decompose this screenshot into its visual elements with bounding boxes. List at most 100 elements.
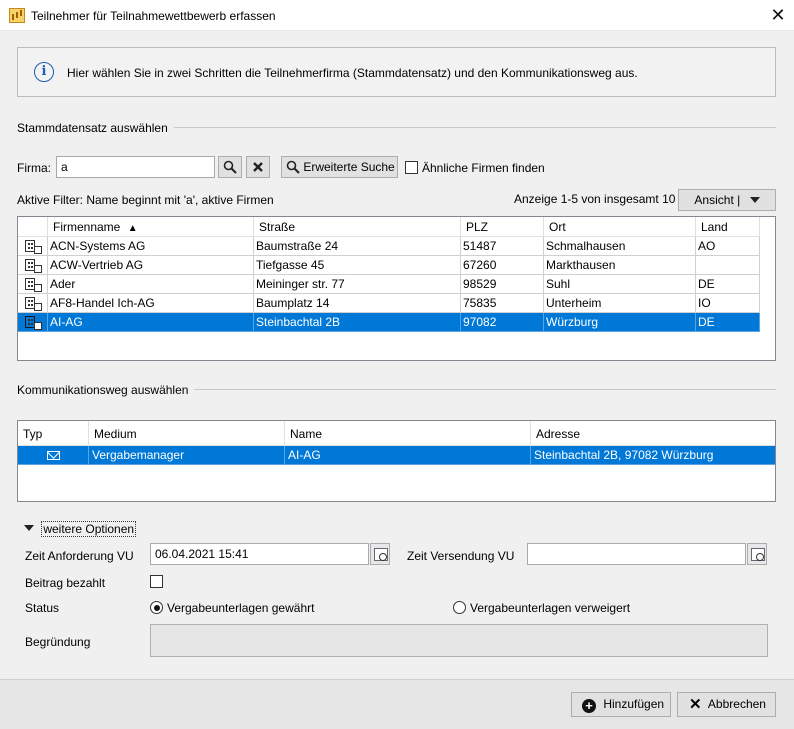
calendar-clock-icon[interactable] — [370, 543, 390, 565]
erweiterte-suche-label: Erweiterte Suche — [303, 160, 395, 174]
cell-ort: Schmalhausen — [544, 237, 696, 256]
company-icon — [25, 259, 42, 273]
aehnliche-label: Ähnliche Firmen finden — [422, 161, 545, 175]
beitrag-checkbox[interactable] — [150, 575, 163, 588]
row-icon-cell — [18, 275, 48, 294]
weitere-optionen-label: weitere Optionen — [41, 521, 137, 537]
status-label: Status — [25, 601, 60, 615]
hinzufuegen-label: Hinzufügen — [603, 697, 665, 711]
status-option-verweigert: Vergabeunterlagen verweigert — [470, 601, 631, 615]
cell-ort: Markthausen — [544, 256, 696, 275]
firma-input[interactable] — [56, 156, 215, 178]
begruendung-field[interactable] — [150, 624, 768, 657]
abbrechen-label: Abbrechen — [707, 697, 766, 711]
column-header-name[interactable]: Name — [285, 421, 531, 446]
company-icon — [25, 316, 42, 330]
firmen-table[interactable]: Firmenname ▲ Straße PLZ Ort Land ACN-Sys… — [17, 216, 776, 361]
ansicht-label: Ansicht | — [694, 193, 741, 207]
section-title-kommunikation: Kommunikationsweg auswählen — [17, 383, 195, 397]
column-header-typ[interactable]: Typ — [18, 421, 89, 446]
cell-land — [696, 256, 760, 275]
column-header-plz[interactable]: PLZ — [461, 217, 544, 237]
cell-plz: 67260 — [461, 256, 544, 275]
cell-ort: Unterheim — [544, 294, 696, 313]
table-row-selected[interactable]: AI-AG Steinbachtal 2B 97082 Würzburg DE — [18, 313, 760, 332]
kommunikation-table[interactable]: Typ Medium Name Adresse Vergabemanager A… — [17, 420, 776, 502]
column-header-medium[interactable]: Medium — [89, 421, 285, 446]
row-icon-cell — [18, 294, 48, 313]
info-box: i Hier wählen Sie in zwei Schritten die … — [17, 47, 776, 97]
column-header-strasse[interactable]: Straße — [254, 217, 461, 237]
cell-firmenname: ACW-Vertrieb AG — [48, 256, 254, 275]
cell-land: DE — [696, 275, 760, 294]
cell-firmenname: ACN-Systems AG — [48, 237, 254, 256]
weitere-optionen-toggle[interactable]: weitere Optionen — [24, 521, 137, 537]
company-icon — [25, 278, 42, 292]
x-icon — [253, 162, 263, 172]
app-icon — [9, 8, 25, 23]
dialog-content: i Hier wählen Sie in zwei Schritten die … — [0, 31, 794, 679]
cell-firmenname: AF8-Handel Ich-AG — [48, 294, 254, 313]
cell-medium: Vergabemanager — [89, 446, 285, 465]
table-row-selected[interactable]: Vergabemanager AI-AG Steinbachtal 2B, 97… — [18, 446, 775, 465]
column-label: Firmenname — [53, 220, 121, 234]
envelope-icon — [47, 451, 60, 460]
plus-circle-icon: + — [582, 699, 596, 713]
cell-plz: 97082 — [461, 313, 544, 332]
magnifier-icon — [286, 160, 300, 174]
cell-firmenname: AI-AG — [48, 313, 254, 332]
column-header-ort[interactable]: Ort — [544, 217, 696, 237]
expanded-triangle-icon — [24, 525, 34, 531]
zeit-anforderung-input[interactable] — [150, 543, 369, 565]
cell-plz: 51487 — [461, 237, 544, 256]
firma-label: Firma: — [17, 161, 51, 175]
cell-land: IO — [696, 294, 760, 313]
close-button[interactable]: ✕ — [766, 4, 790, 26]
cell-plz: 75835 — [461, 294, 544, 313]
table-row[interactable]: AF8-Handel Ich-AG Baumplatz 14 75835 Unt… — [18, 294, 760, 313]
cell-plz: 98529 — [461, 275, 544, 294]
row-icon-cell — [18, 256, 48, 275]
column-header-land[interactable]: Land — [696, 217, 760, 237]
status-radio-verweigert[interactable] — [453, 601, 466, 614]
magnifier-icon — [223, 160, 237, 174]
column-header-adresse[interactable]: Adresse — [531, 421, 775, 446]
aehnliche-checkbox[interactable] — [405, 161, 418, 174]
begruendung-label: Begründung — [25, 635, 91, 649]
search-button[interactable] — [218, 156, 242, 178]
cell-strasse: Steinbachtal 2B — [254, 313, 461, 332]
section-title-stammdaten: Stammdatensatz auswählen — [17, 121, 174, 135]
cell-strasse: Baumplatz 14 — [254, 294, 461, 313]
company-icon — [25, 240, 42, 254]
dialog-footer: + Hinzufügen ✕ Abbrechen — [0, 679, 794, 729]
table-row[interactable]: ACN-Systems AG Baumstraße 24 51487 Schma… — [18, 237, 760, 256]
status-radio-gewaehrt[interactable] — [150, 601, 163, 614]
info-text: Hier wählen Sie in zwei Schritten die Te… — [67, 66, 638, 80]
ansicht-dropdown[interactable]: Ansicht | — [678, 189, 776, 211]
window-title: Teilnehmer für Teilnahmewettbewerb erfas… — [31, 9, 276, 23]
hinzufuegen-button[interactable]: + Hinzufügen — [571, 692, 671, 717]
cell-ort: Suhl — [544, 275, 696, 294]
clear-button[interactable] — [246, 156, 270, 178]
cell-firmenname: Ader — [48, 275, 254, 294]
cell-strasse: Tiefgasse 45 — [254, 256, 461, 275]
column-header-firmenname[interactable]: Firmenname ▲ — [48, 217, 254, 237]
info-icon: i — [34, 62, 54, 82]
title-bar: Teilnehmer für Teilnahmewettbewerb erfas… — [0, 0, 794, 31]
beitrag-label: Beitrag bezahlt — [25, 576, 106, 590]
company-icon — [25, 297, 42, 311]
table-row[interactable]: ACW-Vertrieb AG Tiefgasse 45 67260 Markt… — [18, 256, 760, 275]
close-icon: ✕ — [689, 696, 702, 713]
calendar-clock-icon[interactable] — [747, 543, 767, 565]
status-option-gewaehrt: Vergabeunterlagen gewährt — [167, 601, 315, 615]
cell-name: AI-AG — [285, 446, 531, 465]
zeit-anforderung-label: Zeit Anforderung VU — [25, 549, 134, 563]
table-row[interactable]: Ader Meininger str. 77 98529 Suhl DE — [18, 275, 760, 294]
cell-strasse: Meininger str. 77 — [254, 275, 461, 294]
cell-typ — [18, 446, 89, 465]
cell-land: AO — [696, 237, 760, 256]
cell-strasse: Baumstraße 24 — [254, 237, 461, 256]
erweiterte-suche-button[interactable]: Erweiterte Suche — [281, 156, 398, 178]
zeit-versendung-input[interactable] — [527, 543, 746, 565]
abbrechen-button[interactable]: ✕ Abbrechen — [677, 692, 776, 717]
